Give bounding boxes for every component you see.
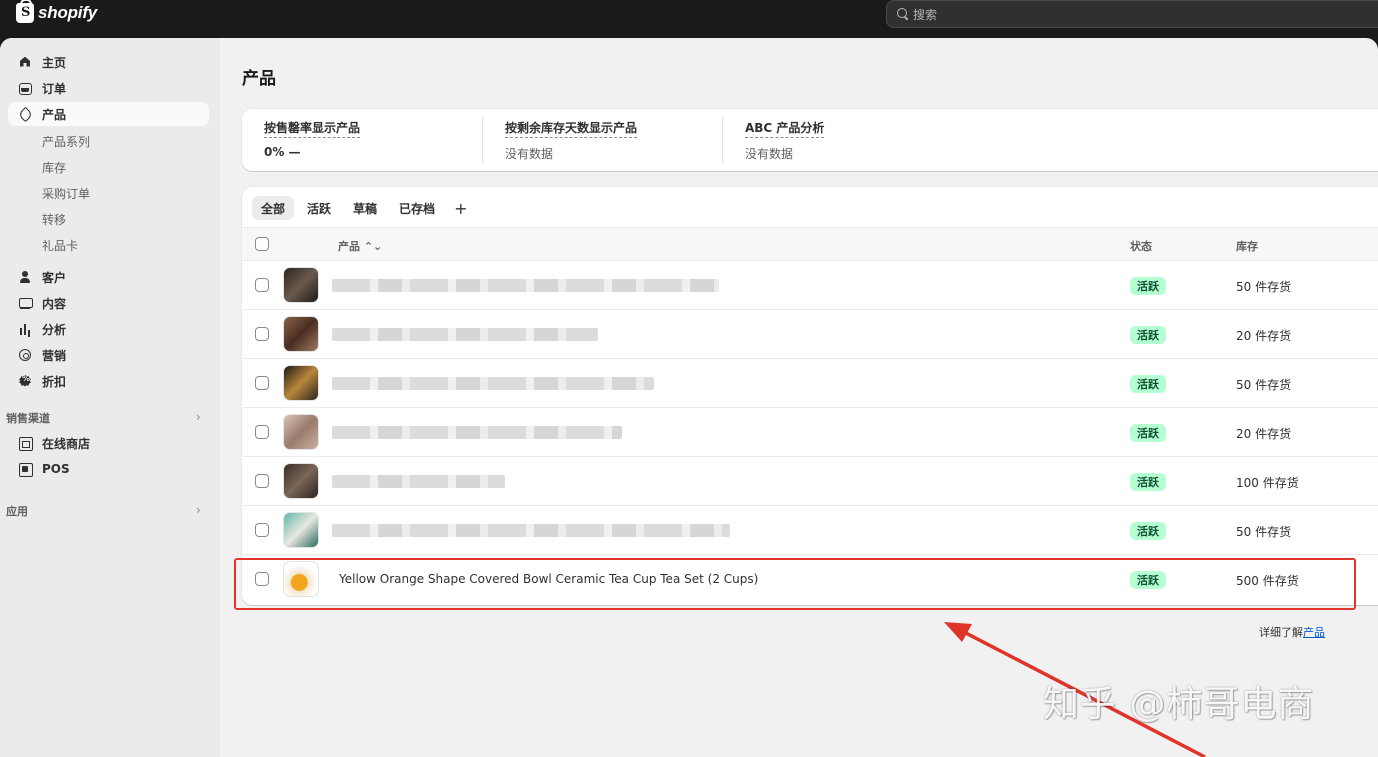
search-placeholder: 搜索 bbox=[913, 7, 938, 22]
shopping-bag-icon: S bbox=[16, 0, 34, 23]
arrow-head bbox=[944, 622, 972, 642]
search-icon bbox=[897, 8, 909, 20]
annotation-arrow bbox=[944, 622, 1206, 757]
watermark: 知乎 @柿哥电商 bbox=[1043, 684, 1315, 725]
app-frame: 主页 订单 产品 产品系列 库存 采购订单 转移 礼品卡 客户 内容 分析 营销… bbox=[0, 38, 1378, 757]
logo-text: shopify bbox=[38, 3, 98, 22]
search-input[interactable]: 搜索 bbox=[886, 0, 1378, 28]
shopify-logo[interactable]: S shopify bbox=[16, 0, 98, 23]
top-bar: S shopify 搜索 bbox=[0, 0, 1378, 38]
